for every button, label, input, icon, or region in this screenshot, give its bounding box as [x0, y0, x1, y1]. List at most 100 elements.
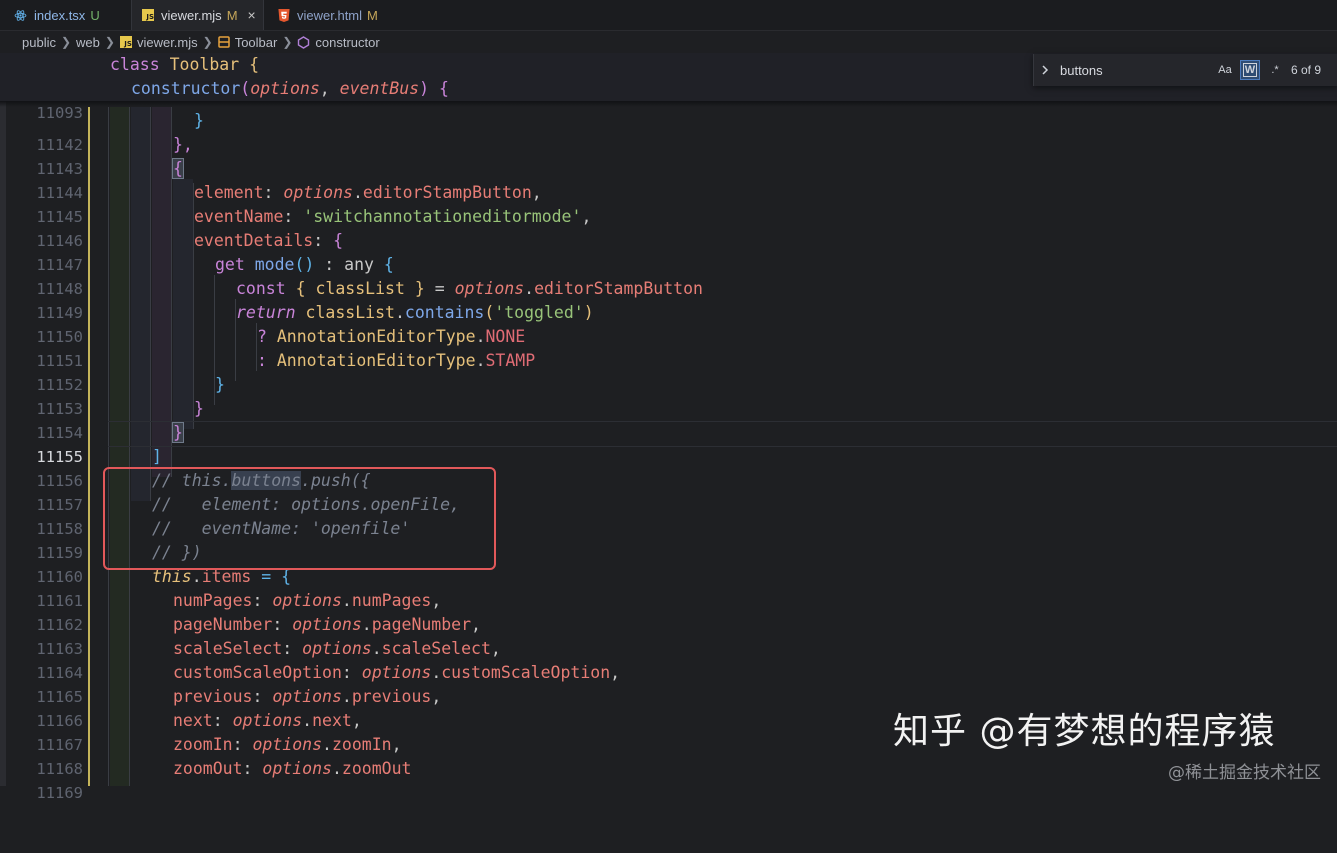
- breadcrumb-item-method[interactable]: constructor: [315, 35, 379, 50]
- match-case-toggle[interactable]: Aa: [1215, 60, 1235, 80]
- tab-viewer-html[interactable]: viewer.html M: [268, 0, 386, 30]
- close-icon[interactable]: ×: [248, 7, 256, 23]
- token-prop: scaleSelect: [381, 639, 491, 658]
- token-key: next: [173, 711, 213, 730]
- token-prop: zoomIn: [331, 735, 392, 754]
- token-punc: ,: [351, 711, 362, 730]
- code-editor[interactable]: 11092 class Toolbar { 11093 constructor(…: [0, 53, 1337, 802]
- token-paren: ): [419, 79, 430, 98]
- react-icon: [14, 9, 27, 22]
- code-line[interactable]: 11147 eventDetails: {: [0, 229, 1337, 274]
- token-enum-member: STAMP: [485, 351, 536, 370]
- code-line[interactable]: 11145 element: options.editorStampButton…: [0, 181, 1337, 226]
- token-operator: ?: [257, 327, 277, 346]
- class-symbol-icon: [217, 36, 230, 48]
- token-keyword: class: [110, 55, 160, 74]
- token-param: options: [252, 735, 323, 754]
- js-file-icon: JS: [142, 9, 154, 21]
- find-input[interactable]: buttons: [1060, 63, 1210, 78]
- token-punc: .: [331, 759, 342, 778]
- token-param: eventBus: [339, 79, 420, 98]
- token-punc: :: [252, 591, 273, 610]
- annotation-highlight-box: [103, 467, 496, 570]
- token-punc: ,: [391, 735, 402, 754]
- token-punc: ,: [490, 639, 501, 658]
- code-line[interactable]: 11165 customScaleOption: options.customS…: [0, 661, 1337, 706]
- token-brace: }: [194, 399, 204, 418]
- token-punc: :: [263, 183, 284, 202]
- token-brace: }: [215, 375, 225, 394]
- token-param: options: [283, 183, 353, 202]
- token-punc: :: [313, 231, 334, 250]
- token-brace: {: [429, 79, 449, 98]
- line-number: 11169: [36, 784, 83, 802]
- chevron-right-icon: ❯: [104, 35, 115, 49]
- tab-status-badge: M: [226, 7, 238, 23]
- chevron-right-icon[interactable]: [1040, 63, 1060, 78]
- regex-toggle[interactable]: .*: [1265, 60, 1285, 80]
- code-line[interactable]: 11151 ? AnnotationEditorType.NONE: [0, 325, 1337, 370]
- token-prop: customScaleOption: [441, 663, 611, 682]
- token-param: options: [302, 639, 372, 658]
- code-line[interactable]: 11144 {: [0, 157, 1337, 202]
- token-keyword: get: [215, 255, 245, 274]
- tab-viewer-mjs[interactable]: JS viewer.mjs M ×: [131, 0, 264, 30]
- code-line[interactable]: 11153 }: [0, 373, 1337, 418]
- code-line[interactable]: 11142 }: [0, 109, 1337, 154]
- token-key: previous: [173, 687, 253, 706]
- token-operator: :: [257, 351, 277, 370]
- token-param: options: [272, 687, 342, 706]
- code-line[interactable]: 11154 }: [0, 397, 1337, 442]
- token-brace: {: [239, 55, 260, 74]
- token-punc: :: [282, 639, 303, 658]
- token-punc: :: [242, 759, 263, 778]
- token-bracket: ]: [152, 447, 162, 466]
- code-line[interactable]: 11156 ]: [0, 445, 1337, 490]
- token-paren: (: [240, 79, 251, 98]
- code-line[interactable]: 11162 numPages: options.numPages,: [0, 589, 1337, 634]
- token-brace: }: [194, 111, 204, 130]
- token-key: eventName: [194, 207, 284, 226]
- match-count: 6 of 9: [1291, 63, 1322, 77]
- breadcrumb-item-class[interactable]: Toolbar: [235, 35, 278, 50]
- code-line-current[interactable]: 11155 }: [0, 421, 1337, 466]
- token-brace: {: [295, 279, 306, 298]
- token-method: contains: [404, 303, 485, 322]
- code-line[interactable]: 11152 : AnnotationEditorType.STAMP: [0, 349, 1337, 394]
- code-line[interactable]: 11148 get mode() : any {: [0, 253, 1337, 298]
- code-line[interactable]: 11169 zoomOut: options.zoomOut: [0, 757, 1337, 802]
- whole-word-toggle[interactable]: W: [1240, 60, 1260, 80]
- code-line[interactable]: 11164 scaleSelect: options.scaleSelect,: [0, 637, 1337, 682]
- breadcrumb-item-web[interactable]: web: [76, 35, 100, 50]
- tab-label: viewer.mjs: [161, 7, 222, 23]
- breadcrumb-item-file[interactable]: viewer.mjs: [137, 35, 198, 50]
- code-line[interactable]: 11149 const { classList } = options.edit…: [0, 277, 1337, 322]
- token-paren: (): [294, 255, 315, 274]
- token-param: options: [292, 615, 362, 634]
- token-brace: {: [383, 255, 394, 274]
- token-brace: {: [333, 231, 344, 250]
- token-string: 'toggled': [494, 303, 584, 322]
- code-line[interactable]: 11146 eventName: 'switchannotationeditor…: [0, 205, 1337, 250]
- code-line[interactable]: 11143 },: [0, 133, 1337, 178]
- tab-status-badge: U: [90, 7, 100, 23]
- token-punc: .: [341, 687, 352, 706]
- token-key: element: [194, 183, 264, 202]
- token-type: AnnotationEditorType: [276, 351, 476, 370]
- token-key: customScaleOption: [173, 663, 342, 682]
- tab-label: index.tsx: [34, 7, 86, 23]
- token-punc: .: [322, 735, 332, 754]
- token-key: pageNumber: [173, 615, 273, 634]
- js-file-icon: JS: [119, 36, 132, 48]
- breadcrumb-item-public[interactable]: public: [22, 35, 56, 50]
- token-key: eventDetails: [194, 231, 314, 250]
- tab-index-tsx[interactable]: index.tsx U: [14, 0, 126, 30]
- token-key: zoomIn: [173, 735, 233, 754]
- token-punc: :: [232, 735, 253, 754]
- token-paren: ): [583, 303, 594, 322]
- token-string: 'switchannotationeditormode': [303, 207, 582, 226]
- token-method: mode: [254, 255, 295, 274]
- token-punc: ,: [319, 79, 340, 98]
- code-line[interactable]: 11150 return classList.contains('toggled…: [0, 301, 1337, 346]
- code-line[interactable]: 11163 pageNumber: options.pageNumber,: [0, 613, 1337, 658]
